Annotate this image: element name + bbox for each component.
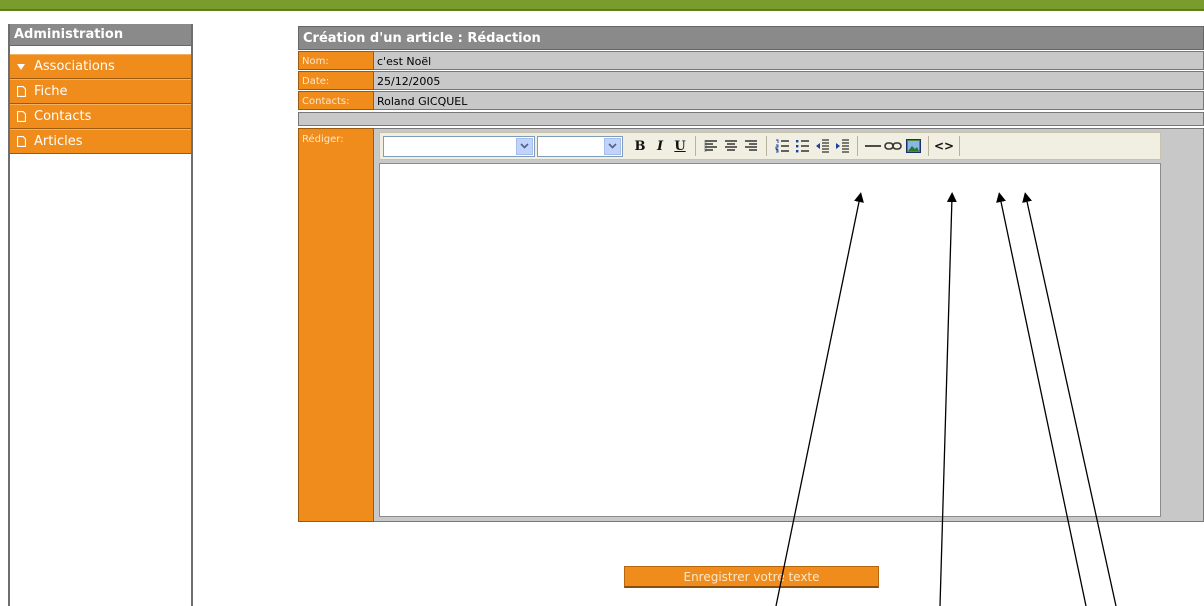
spacer-row	[298, 112, 1204, 126]
sidebar: Administration Associations Fiche Contac…	[8, 24, 193, 606]
align-left-icon[interactable]	[702, 136, 720, 156]
sidebar-item-label: Contacts	[34, 108, 92, 124]
horizontal-rule-icon[interactable]	[864, 136, 882, 156]
sidebar-item-associations[interactable]: Associations	[10, 54, 191, 79]
field-label: Nom:	[298, 51, 374, 70]
sidebar-item-label: Fiche	[34, 83, 68, 99]
sidebar-item-fiche[interactable]: Fiche	[10, 79, 191, 104]
chevron-down-icon	[516, 137, 533, 155]
article-form-panel: Création d'un article : Rédaction Nom: c…	[298, 26, 1204, 542]
italic-button[interactable]: I	[651, 136, 669, 156]
nom-field[interactable]: c'est Noël	[374, 51, 1204, 70]
sidebar-item-contacts[interactable]: Contacts	[10, 104, 191, 129]
document-icon	[14, 136, 28, 147]
field-label: Contacts:	[298, 91, 374, 110]
top-banner	[0, 0, 1204, 11]
source-code-button[interactable]: <>	[934, 136, 954, 156]
outdent-icon[interactable]	[813, 136, 831, 156]
align-right-icon[interactable]	[742, 136, 760, 156]
field-label: Date:	[298, 71, 374, 90]
document-icon	[14, 86, 28, 97]
date-field[interactable]: 25/12/2005	[374, 71, 1204, 90]
bold-button[interactable]: B	[631, 136, 649, 156]
underline-button[interactable]: U	[671, 136, 689, 156]
link-icon[interactable]	[884, 136, 902, 156]
image-icon[interactable]	[904, 136, 922, 156]
align-center-icon[interactable]	[722, 136, 740, 156]
chevron-down-icon	[604, 137, 621, 155]
field-row-nom: Nom: c'est Noël	[298, 51, 1204, 70]
contacts-field[interactable]: Roland GICQUEL	[374, 91, 1204, 110]
sidebar-item-articles[interactable]: Articles	[10, 129, 191, 154]
sidebar-header: Administration	[10, 24, 191, 46]
unordered-list-icon[interactable]	[793, 136, 811, 156]
sidebar-item-label: Associations	[34, 58, 115, 74]
field-row-date: Date: 25/12/2005	[298, 71, 1204, 90]
triangle-down-icon	[14, 63, 28, 70]
font-select[interactable]	[383, 135, 535, 157]
sidebar-item-label: Articles	[34, 133, 83, 149]
editor-row: Rédiger: B I U <>	[298, 128, 1204, 522]
editor-container: B I U <>	[374, 128, 1204, 522]
document-icon	[14, 111, 28, 122]
editor-toolbar: B I U <>	[379, 132, 1161, 160]
save-button[interactable]: Enregistrer votre texte	[624, 566, 879, 588]
indent-icon[interactable]	[833, 136, 851, 156]
editor-text-area[interactable]	[379, 163, 1161, 517]
ordered-list-icon[interactable]	[773, 136, 791, 156]
panel-title: Création d'un article : Rédaction	[298, 26, 1204, 50]
size-select[interactable]	[537, 135, 623, 157]
editor-label: Rédiger:	[298, 128, 374, 522]
field-row-contacts: Contacts: Roland GICQUEL	[298, 91, 1204, 110]
